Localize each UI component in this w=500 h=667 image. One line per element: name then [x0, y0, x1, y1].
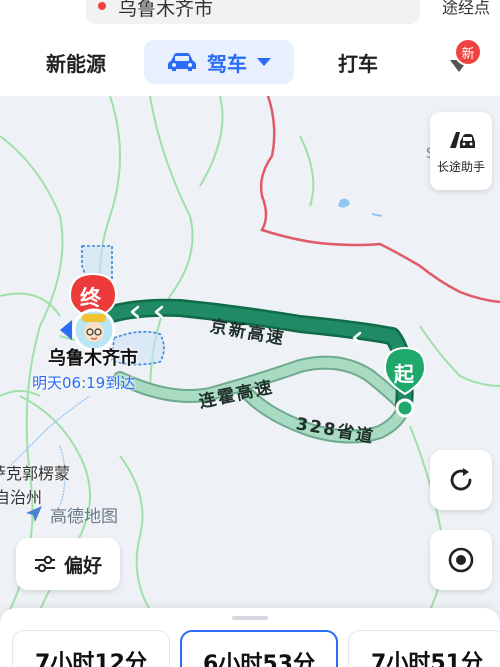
tab-drive[interactable]: 驾车	[144, 40, 294, 84]
car-icon	[168, 53, 196, 71]
destination-name: 乌鲁木齐市	[48, 348, 138, 369]
locate-icon	[448, 547, 474, 573]
long-trip-assistant-label: 长途助手	[436, 159, 485, 174]
chevron-down-icon	[257, 58, 271, 66]
waypoint-link[interactable]: 途经点	[442, 0, 490, 18]
sheet-drag-handle[interactable]	[232, 616, 268, 620]
sliders-icon	[34, 555, 55, 573]
route-option-duration: 6小时53分	[203, 652, 315, 667]
top-bar: 乌鲁木齐市 途经点 新能源 驾车 打车 新	[0, 0, 500, 96]
route-option-duration: 7小时12分	[35, 651, 147, 667]
route-map[interactable]: 京新高速 连霍高速 328省道 起 终 乌鲁木齐市 明天06:19到达 哈萨克郭…	[0, 96, 500, 610]
destination-search-box[interactable]: 乌鲁木齐市	[86, 0, 420, 24]
refresh-icon	[450, 468, 472, 491]
tab-taxi[interactable]: 打车	[338, 40, 378, 84]
destination-dot-icon	[98, 2, 106, 10]
amap-logo-icon	[26, 506, 42, 522]
locate-me-button[interactable]	[430, 530, 492, 590]
route-preference-label: 偏好	[63, 554, 102, 577]
tab-new-energy[interactable]: 新能源	[46, 40, 106, 84]
refresh-route-button[interactable]	[430, 450, 492, 510]
route-option-2[interactable]: 6小时53分	[180, 630, 338, 667]
region-name-line1: 哈萨克郭楞蒙	[0, 464, 71, 483]
route-option-3[interactable]: 7小时51分	[348, 630, 500, 667]
road-trip-icon	[450, 131, 475, 148]
route-option-duration: 7小时51分	[371, 651, 483, 667]
route-option-1[interactable]: 7小时12分	[12, 630, 170, 667]
tab-drive-label: 驾车	[207, 51, 247, 76]
travel-mode-tabs: 新能源 驾车 打车	[0, 40, 500, 88]
new-badge: 新	[454, 38, 482, 66]
route-options-sheet: 7小时12分 6小时53分 7小时51分	[0, 608, 500, 667]
destination-search-text: 乌鲁木齐市	[118, 0, 214, 20]
amap-logo-text: 高德地图	[50, 507, 118, 527]
arrival-eta: 明天06:19到达	[32, 374, 136, 392]
start-marker-text: 起	[394, 362, 414, 386]
route-preference-button[interactable]: 偏好	[16, 538, 120, 590]
long-trip-assistant-button[interactable]: 长途助手	[430, 112, 492, 190]
